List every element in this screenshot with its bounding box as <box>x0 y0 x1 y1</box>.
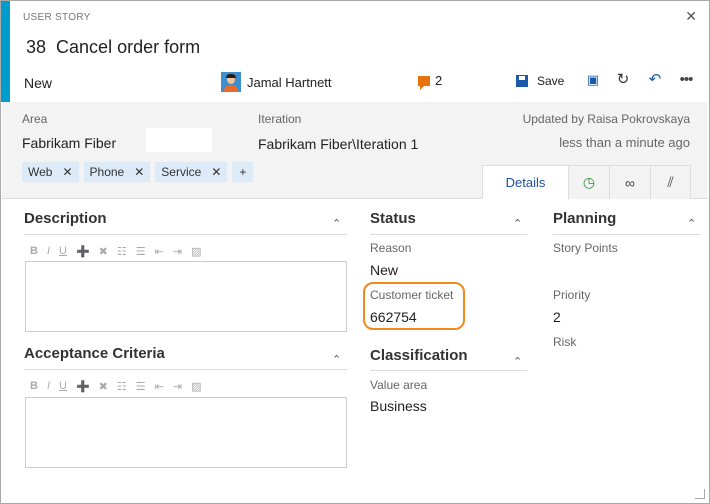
description-editor[interactable] <box>25 261 347 332</box>
image-icon[interactable]: ▨ <box>191 380 201 393</box>
collapse-chevron-icon[interactable]: ⌃ <box>332 217 341 230</box>
iteration-field[interactable]: Fabrikam Fiber\Iteration 1 <box>258 136 418 152</box>
work-item-title-text[interactable]: Cancel order form <box>56 37 200 57</box>
underline-icon[interactable]: U <box>59 380 67 393</box>
work-item-title[interactable]: 38 Cancel order form <box>26 37 200 58</box>
resize-grip-icon[interactable] <box>695 489 705 499</box>
section-divider <box>553 234 701 235</box>
priority-label: Priority <box>553 288 591 302</box>
save-label: Save <box>537 74 565 88</box>
iteration-label: Iteration <box>258 112 302 126</box>
work-item-header: USER STORY ✕ 38 Cancel order form New Jam… <box>10 1 709 102</box>
numbered-list-icon[interactable]: ☰ <box>136 245 146 258</box>
acceptance-editor-toolbar: B I U ➕ ✖ ☷ ☰ ⇤ ⇥ ▨ <box>30 380 201 393</box>
tag-phone[interactable]: Phone ✕ <box>83 162 151 182</box>
more-actions-icon[interactable]: ••• <box>677 71 695 89</box>
updated-time-text: less than a minute ago <box>559 135 690 150</box>
save-and-close-icon[interactable]: ▣ <box>584 71 602 89</box>
tab-details[interactable]: Details <box>482 165 568 199</box>
customer-ticket-highlight <box>363 282 465 330</box>
description-editor-toolbar: B I U ➕ ✖ ☷ ☰ ⇤ ⇥ ▨ <box>30 245 201 258</box>
avatar <box>221 72 241 92</box>
outdent-icon[interactable]: ⇤ <box>155 380 164 393</box>
numbered-list-icon[interactable]: ☰ <box>136 380 146 393</box>
section-divider <box>370 370 527 371</box>
bullet-list-icon[interactable]: ☷ <box>117 245 127 258</box>
underline-icon[interactable]: U <box>59 245 67 258</box>
link-icon: ∞ <box>625 174 635 191</box>
work-item-type-color-bar <box>1 1 10 102</box>
risk-label: Risk <box>553 335 577 349</box>
status-heading: Status <box>370 210 416 227</box>
story-points-label: Story Points <box>553 241 618 255</box>
highlight-icon[interactable]: ➕ <box>76 380 90 393</box>
area-label: Area <box>22 112 48 126</box>
remove-tag-icon[interactable]: ✕ <box>134 165 144 179</box>
tag-label: Service <box>161 165 202 179</box>
priority-field[interactable]: 2 <box>553 309 561 325</box>
collapse-chevron-icon[interactable]: ⌃ <box>687 217 696 230</box>
save-button[interactable]: Save <box>516 74 564 88</box>
section-divider <box>370 234 527 235</box>
assigned-to-field[interactable]: Jamal Hartnett <box>221 72 332 92</box>
bullet-list-icon[interactable]: ☷ <box>117 380 127 393</box>
clear-format-icon[interactable]: ✖ <box>99 380 108 393</box>
remove-tag-icon[interactable]: ✕ <box>211 165 221 179</box>
work-item-tabs: Details ◷ ∞ ⫽ <box>482 165 691 199</box>
updated-by-text: Updated by Raisa Pokrovskaya <box>522 112 690 126</box>
work-item-id: 38 <box>26 37 47 57</box>
planning-heading: Planning <box>553 210 617 227</box>
reason-label: Reason <box>370 241 412 255</box>
indent-icon[interactable]: ⇥ <box>173 245 182 258</box>
classification-heading: Classification <box>370 347 468 364</box>
tag-web[interactable]: Web ✕ <box>22 162 79 182</box>
undo-icon[interactable]: ↶ <box>646 71 664 89</box>
save-icon <box>516 75 528 87</box>
area-field[interactable]: Fabrikam Fiber <box>22 135 116 151</box>
tag-label: Web <box>28 165 53 179</box>
italic-icon[interactable]: I <box>47 245 50 258</box>
description-heading: Description <box>24 210 107 227</box>
image-icon[interactable]: ▨ <box>191 245 201 258</box>
remove-tag-icon[interactable]: ✕ <box>62 165 72 179</box>
italic-icon[interactable]: I <box>47 380 50 393</box>
highlight-icon[interactable]: ➕ <box>76 245 90 258</box>
outdent-icon[interactable]: ⇤ <box>155 245 164 258</box>
tag-label: Phone <box>89 165 125 179</box>
work-item-dialog: USER STORY ✕ 38 Cancel order form New Jam… <box>0 0 710 504</box>
tab-history[interactable]: ◷ <box>568 165 609 199</box>
acceptance-criteria-heading: Acceptance Criteria <box>24 345 165 362</box>
comment-icon <box>418 75 430 90</box>
bold-icon[interactable]: B <box>30 380 38 393</box>
bold-icon[interactable]: B <box>30 245 38 258</box>
refresh-icon[interactable]: ↻ <box>614 71 632 89</box>
clear-format-icon[interactable]: ✖ <box>99 245 108 258</box>
discussion-count-button[interactable]: 2 <box>418 73 443 90</box>
close-icon[interactable]: ✕ <box>685 8 697 25</box>
tag-list: Web ✕ Phone ✕ Service ✕ + <box>22 162 254 182</box>
comment-count: 2 <box>435 73 443 88</box>
assigned-to-name: Jamal Hartnett <box>247 74 332 90</box>
collapse-chevron-icon[interactable]: ⌃ <box>513 217 522 230</box>
indent-icon[interactable]: ⇥ <box>173 380 182 393</box>
attachment-icon: ⫽ <box>667 174 674 190</box>
tag-service[interactable]: Service ✕ <box>155 162 228 182</box>
area-blank-box <box>146 128 212 152</box>
collapse-chevron-icon[interactable]: ⌃ <box>513 355 522 368</box>
tab-attachments[interactable]: ⫽ <box>650 165 691 199</box>
state-dropdown[interactable]: New <box>24 75 52 91</box>
history-icon: ◷ <box>582 174 596 190</box>
value-area-label: Value area <box>370 378 428 392</box>
value-area-field[interactable]: Business <box>370 398 427 414</box>
section-divider <box>24 234 347 235</box>
tab-links[interactable]: ∞ <box>609 165 650 199</box>
work-item-meta-bar: Area Fabrikam Fiber Iteration Fabrikam F… <box>2 102 708 199</box>
acceptance-criteria-editor[interactable] <box>25 397 347 468</box>
work-item-type-label: USER STORY <box>23 12 91 23</box>
reason-field[interactable]: New <box>370 262 398 278</box>
collapse-chevron-icon[interactable]: ⌃ <box>332 353 341 366</box>
section-divider <box>24 369 347 370</box>
add-tag-button[interactable]: + <box>232 162 254 182</box>
